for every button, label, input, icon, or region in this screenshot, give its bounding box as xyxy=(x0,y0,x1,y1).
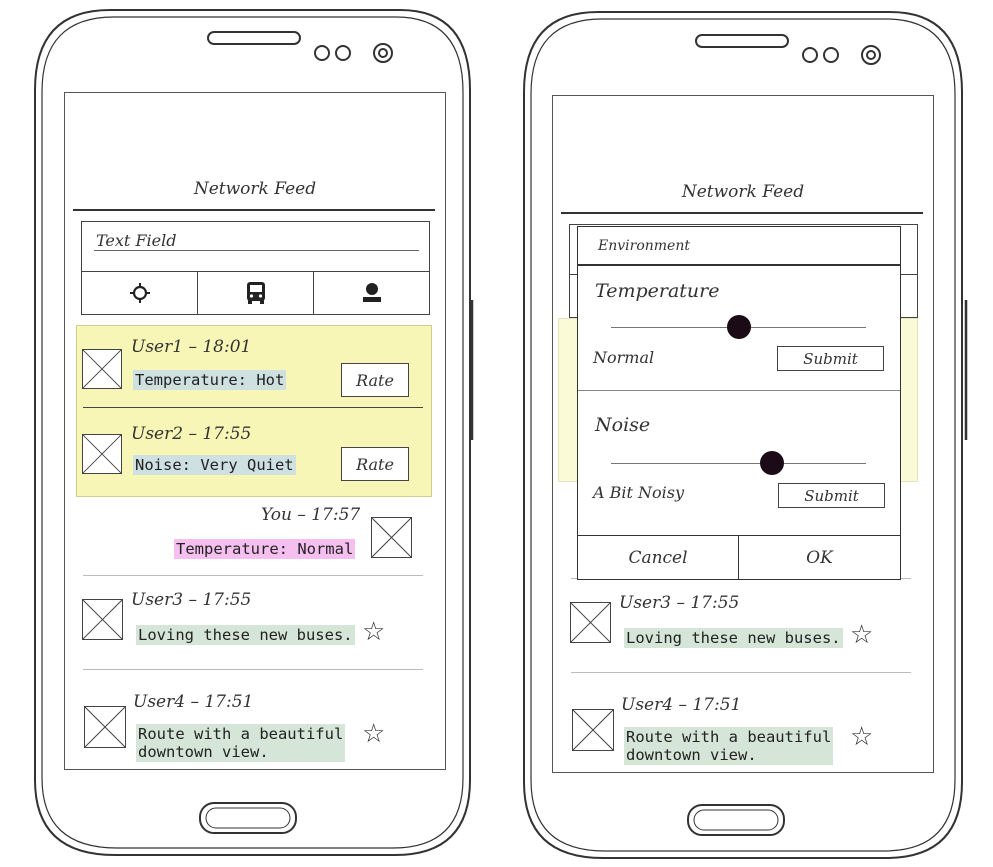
temperature-value: Normal xyxy=(593,348,655,367)
search-placeholder: Text Field xyxy=(96,231,177,250)
tab-weather[interactable] xyxy=(82,272,198,314)
cancel-button[interactable]: Cancel xyxy=(578,535,739,579)
noise-slider-knob[interactable] xyxy=(759,451,784,475)
post-message: Noise: Very Quiet xyxy=(133,455,296,475)
right-screen: Network Feed User3 – 17:55 Loving these … xyxy=(552,95,934,773)
post-divider xyxy=(83,669,423,670)
ok-button[interactable]: OK xyxy=(739,535,900,579)
post-author-time: You – 17:57 xyxy=(261,505,361,525)
post-divider xyxy=(83,407,423,408)
post-message: Temperature: Normal xyxy=(174,539,356,559)
left-screen: Network Feed Text Field User1 – 18:01 Te… xyxy=(64,92,446,770)
sun-icon xyxy=(129,283,150,303)
avatar xyxy=(82,599,123,640)
page-title: Network Feed xyxy=(681,182,805,202)
post-divider xyxy=(571,672,911,673)
bus-icon xyxy=(246,282,265,304)
post-message: Route with a beautiful downtown view. xyxy=(136,724,346,762)
noise-value: A Bit Noisy xyxy=(593,483,685,502)
post-author-time: User4 – 17:51 xyxy=(621,695,742,715)
post-message-line: downtown view. xyxy=(138,743,269,761)
search-underline xyxy=(94,250,419,251)
rate-button[interactable]: Rate xyxy=(341,447,409,481)
tab-people[interactable] xyxy=(314,272,429,314)
post-divider xyxy=(83,575,423,576)
dialog-section-divider xyxy=(578,390,900,391)
post-message: Temperature: Hot xyxy=(133,370,287,390)
post-author-time: User2 – 17:55 xyxy=(131,424,252,444)
post-message-line: downtown view. xyxy=(626,746,757,764)
star-icon[interactable]: ☆ xyxy=(362,721,385,747)
avatar xyxy=(84,706,126,748)
star-icon[interactable]: ☆ xyxy=(850,622,873,648)
rate-button[interactable]: Rate xyxy=(341,363,409,397)
header-divider xyxy=(561,212,923,214)
filter-tabs xyxy=(81,271,430,315)
post-author-time: User4 – 17:51 xyxy=(133,692,254,712)
temperature-slider[interactable] xyxy=(611,315,866,339)
post-message-line: Route with a beautiful xyxy=(138,725,344,743)
post-author-time: User3 – 17:55 xyxy=(619,593,740,613)
search-input[interactable]: Text Field xyxy=(81,221,430,273)
temperature-label: Temperature xyxy=(595,280,720,302)
environment-dialog: Environment Temperature Normal Submit No… xyxy=(577,226,901,580)
header-divider xyxy=(73,209,435,211)
dialog-title: Environment xyxy=(598,238,690,254)
star-icon[interactable]: ☆ xyxy=(850,724,873,750)
star-icon[interactable]: ☆ xyxy=(362,619,385,645)
post-message: Route with a beautiful downtown view. xyxy=(624,727,834,765)
page-title: Network Feed xyxy=(193,179,317,199)
person-icon xyxy=(362,283,381,302)
post-message: Loving these new buses. xyxy=(136,625,355,645)
noise-submit-button[interactable]: Submit xyxy=(778,483,885,508)
temperature-slider-knob[interactable] xyxy=(726,315,751,339)
tab-transit[interactable] xyxy=(198,272,314,314)
temperature-submit-button[interactable]: Submit xyxy=(777,346,884,371)
avatar xyxy=(371,517,412,558)
avatar xyxy=(572,709,614,751)
avatar xyxy=(82,349,122,389)
post-author-time: User3 – 17:55 xyxy=(131,590,252,610)
post-message: Loving these new buses. xyxy=(624,628,843,648)
dialog-title-divider xyxy=(578,264,900,266)
post-message-line: Route with a beautiful xyxy=(626,728,832,746)
avatar xyxy=(82,434,122,474)
noise-label: Noise xyxy=(595,414,651,436)
avatar xyxy=(570,602,611,643)
post-author-time: User1 – 18:01 xyxy=(131,337,252,357)
noise-slider[interactable] xyxy=(611,451,866,475)
